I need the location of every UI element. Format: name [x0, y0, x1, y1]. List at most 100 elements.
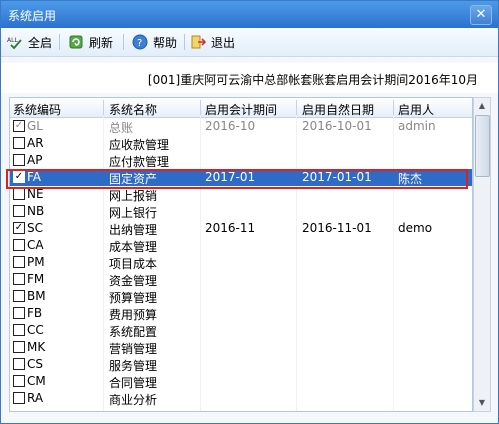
table-row[interactable]: PM 项目成本 — [10, 254, 472, 271]
system-enable-dialog: 系统启用 ✕ ALL 全启 刷新 ? 帮助 退出 [001]重庆阿可云渝中总部帐… — [0, 0, 499, 424]
help-button[interactable]: ? 帮助 — [132, 33, 177, 51]
cell-code: FM — [27, 272, 45, 286]
scroll-thumb[interactable] — [475, 115, 490, 177]
cell-user: demo — [398, 221, 433, 235]
cell-name: 费用预算 — [109, 308, 158, 322]
table-row[interactable]: BM 预算管理 — [10, 288, 472, 305]
enable-checkbox[interactable] — [13, 307, 25, 319]
help-label: 帮助 — [153, 35, 178, 50]
account-info-text: [001]重庆阿可云渝中总部帐套账套启用会计期间2016年10月 — [147, 73, 478, 87]
scroll-up-arrow-icon[interactable]: ▲ — [474, 98, 490, 114]
header-period: 启用会计期间 — [205, 103, 278, 117]
header-code: 系统编码 — [13, 103, 62, 117]
exit-icon — [190, 34, 207, 50]
table-row[interactable]: AR 应收款管理 — [10, 135, 472, 152]
scroll-down-arrow-icon[interactable]: ▼ — [474, 395, 490, 411]
enable-checkbox[interactable] — [13, 137, 25, 149]
table-row[interactable]: AP 应付款管理 — [10, 152, 472, 169]
toolbar-separator — [123, 34, 124, 50]
table-row[interactable]: CM 合同管理 — [10, 373, 472, 390]
enable-checkbox[interactable] — [13, 239, 25, 251]
table-row[interactable]: CS 服务管理 — [10, 356, 472, 373]
enable-checkbox[interactable] — [13, 256, 25, 268]
cell-name: 应收款管理 — [109, 138, 170, 152]
select-all-icon: ALL — [7, 34, 23, 50]
column-divider — [200, 100, 201, 115]
cell-name: 项目成本 — [109, 257, 158, 271]
cell-code: AR — [27, 136, 44, 150]
window-title: 系统启用 — [8, 9, 57, 23]
cell-code: FB — [27, 306, 43, 320]
help-icon: ? — [132, 34, 148, 50]
column-divider — [103, 100, 104, 115]
column-divider — [296, 100, 297, 115]
select-all-button[interactable]: ALL 全启 — [7, 33, 52, 51]
cell-code: PM — [27, 255, 45, 269]
enable-checkbox[interactable] — [13, 341, 25, 353]
enable-checkbox[interactable] — [13, 154, 25, 166]
cell-user: admin — [398, 119, 436, 133]
cell-name: 资金管理 — [109, 274, 158, 288]
table-row[interactable]: RA 商业分析 — [10, 390, 472, 407]
exit-button[interactable]: 退出 — [190, 33, 235, 51]
cell-code: NB — [27, 204, 45, 218]
cell-name: 系统配置 — [109, 325, 158, 339]
table-row[interactable]: MK 营销管理 — [10, 339, 472, 356]
toolbar-separator — [184, 34, 185, 50]
cell-name: 营销管理 — [109, 342, 158, 356]
cell-date: 2016-10-01 — [302, 119, 372, 133]
cell-name: 总账 — [109, 121, 134, 135]
header-date: 启用自然日期 — [302, 103, 375, 117]
enable-checkbox[interactable] — [13, 188, 25, 200]
cell-code: BM — [27, 289, 46, 303]
cell-name: 出纳管理 — [109, 223, 158, 237]
cell-code: CA — [27, 238, 44, 252]
cell-code: AP — [27, 153, 43, 167]
system-table: 系统编码 系统名称 启用会计期间 启用自然日期 启用人 ✓ GL 总账 2016-10… — [9, 97, 473, 412]
table-row[interactable]: CC 系统配置 — [10, 322, 472, 339]
select-all-label: 全启 — [28, 35, 53, 50]
enable-checkbox[interactable] — [13, 358, 25, 370]
table-row[interactable]: FB 费用预算 — [10, 305, 472, 322]
enable-checkbox[interactable]: ✓ — [13, 120, 25, 132]
cell-date: 2016-11-01 — [302, 221, 372, 235]
cell-period: 2016-10 — [205, 119, 256, 133]
table-row[interactable]: ✓ SC 出纳管理 2016-11 2016-11-01 demo — [10, 220, 472, 237]
enable-checkbox[interactable] — [13, 375, 25, 387]
column-divider — [393, 100, 394, 115]
refresh-button[interactable]: 刷新 — [68, 33, 113, 51]
cell-name: 服务管理 — [109, 359, 158, 373]
cell-name: 商业分析 — [109, 393, 158, 407]
cell-code: CC — [27, 323, 44, 337]
enable-checkbox[interactable] — [13, 273, 25, 285]
account-info-bar: [001]重庆阿可云渝中总部帐套账套启用会计期间2016年10月 — [1, 63, 498, 93]
cell-name: 成本管理 — [109, 240, 158, 254]
cell-code: MK — [27, 340, 46, 354]
close-button[interactable]: ✕ — [470, 5, 492, 25]
header-name: 系统名称 — [109, 103, 158, 117]
enable-checkbox[interactable] — [13, 324, 25, 336]
table-row[interactable]: ✓ GL 总账 2016-10 2016-10-01 admin — [10, 118, 472, 135]
vertical-scrollbar[interactable]: ▲ ▼ — [473, 97, 491, 412]
enable-checkbox[interactable] — [13, 205, 25, 217]
table-row[interactable]: CA 成本管理 — [10, 237, 472, 254]
table-row[interactable]: NB 网上银行 — [10, 203, 472, 220]
cell-name: 应付款管理 — [109, 155, 170, 169]
cell-name: 预算管理 — [109, 291, 158, 305]
cell-code: GL — [27, 119, 43, 133]
table-row[interactable]: FM 资金管理 — [10, 271, 472, 288]
header-user: 启用人 — [398, 103, 435, 117]
cell-period: 2016-11 — [205, 221, 256, 235]
enable-checkbox[interactable]: ✓ — [13, 222, 25, 234]
refresh-icon — [68, 34, 84, 50]
cell-code: CS — [27, 357, 43, 371]
cell-code: RA — [27, 391, 44, 405]
enable-checkbox[interactable] — [13, 290, 25, 302]
enable-checkbox[interactable] — [13, 392, 25, 404]
toolbar: ALL 全启 刷新 ? 帮助 退出 — [1, 28, 498, 57]
svg-text:?: ? — [137, 38, 142, 49]
cell-name: 网上报销 — [109, 189, 158, 203]
cell-code: NE — [27, 187, 44, 201]
cell-name: 网上银行 — [109, 206, 158, 220]
title-bar: 系统启用 ✕ — [1, 1, 498, 28]
